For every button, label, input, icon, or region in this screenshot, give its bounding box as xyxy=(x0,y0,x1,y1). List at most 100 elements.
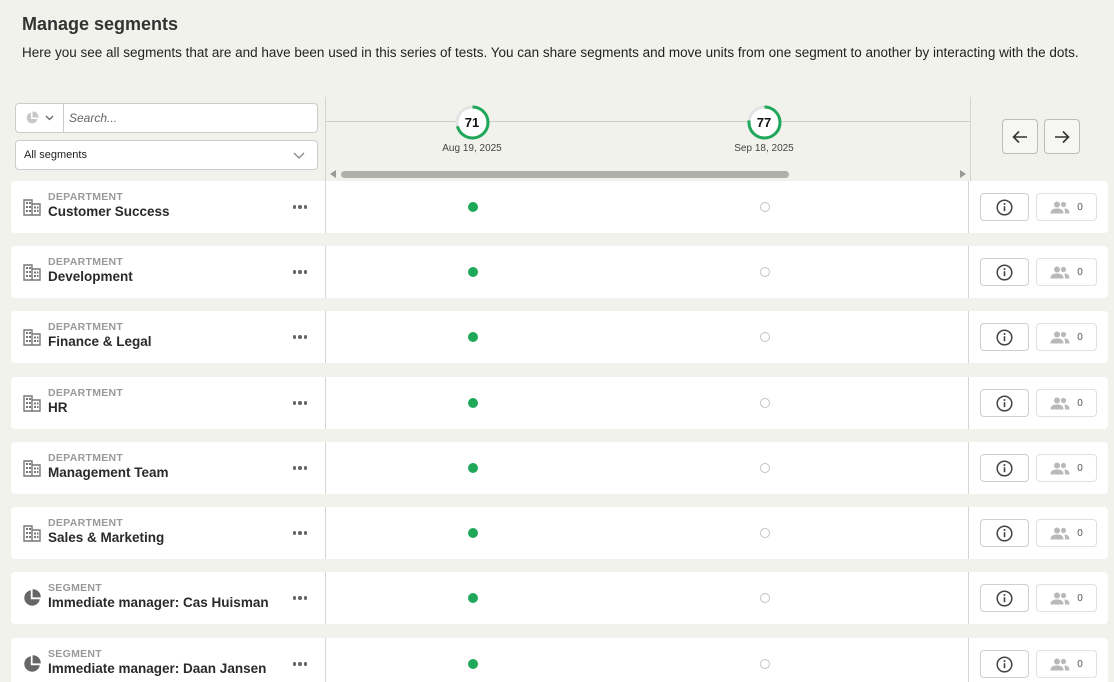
segment-select-value: All segments xyxy=(24,149,87,161)
scroll-right-arrow-icon[interactable] xyxy=(960,170,966,178)
timeline-line xyxy=(326,121,970,122)
members-count: 0 xyxy=(1077,658,1083,670)
info-icon xyxy=(996,655,1013,673)
measurement-dot-filled[interactable] xyxy=(468,202,478,212)
measurement-dot-filled[interactable] xyxy=(468,463,478,473)
divider xyxy=(325,311,326,363)
segment-type: SEGMENT xyxy=(48,648,103,660)
info-button[interactable] xyxy=(980,454,1029,482)
divider xyxy=(968,246,969,298)
members-button[interactable]: 0 xyxy=(1036,258,1097,286)
building-icon xyxy=(23,459,41,477)
info-button[interactable] xyxy=(980,584,1029,612)
pie-chart-icon xyxy=(26,111,39,124)
measurement-dot-empty[interactable] xyxy=(760,202,770,212)
building-icon xyxy=(23,524,41,542)
divider xyxy=(968,377,969,429)
segment-row: DEPARTMENT Finance & Legal 0 xyxy=(11,311,1108,363)
segment-type: SEGMENT xyxy=(48,582,103,594)
info-button[interactable] xyxy=(980,258,1029,286)
members-button[interactable]: 0 xyxy=(1036,584,1097,612)
more-options-button[interactable] xyxy=(289,460,311,476)
members-count: 0 xyxy=(1077,592,1083,604)
info-button[interactable] xyxy=(980,650,1029,678)
members-button[interactable]: 0 xyxy=(1036,323,1097,351)
measurement-dot-filled[interactable] xyxy=(468,528,478,538)
divider xyxy=(968,638,969,682)
type-select[interactable] xyxy=(16,104,64,132)
info-button[interactable] xyxy=(980,193,1029,221)
measurement-dot-filled[interactable] xyxy=(468,659,478,669)
timeline-header: 71 Aug 19, 2025 77 Sep 18, 2025 xyxy=(325,97,971,181)
horizontal-scrollbar[interactable] xyxy=(328,170,968,178)
more-options-button[interactable] xyxy=(289,590,311,606)
score-ring: 77 xyxy=(747,105,782,140)
measurement-dot-filled[interactable] xyxy=(468,332,478,342)
measurement-date: Aug 19, 2025 xyxy=(442,143,502,154)
measurement-dot-empty[interactable] xyxy=(760,593,770,603)
divider xyxy=(325,507,326,559)
segment-row: DEPARTMENT Development 0 xyxy=(11,246,1108,298)
members-count: 0 xyxy=(1077,462,1083,474)
measurement-dot-empty[interactable] xyxy=(760,398,770,408)
people-icon xyxy=(1050,397,1070,409)
info-button[interactable] xyxy=(980,519,1029,547)
members-button[interactable]: 0 xyxy=(1036,650,1097,678)
info-icon xyxy=(996,328,1013,346)
members-button[interactable]: 0 xyxy=(1036,193,1097,221)
info-icon xyxy=(996,263,1013,281)
members-count: 0 xyxy=(1077,397,1083,409)
measurement-dot-empty[interactable] xyxy=(760,463,770,473)
info-icon xyxy=(996,459,1013,477)
page-description: Here you see all segments that are and h… xyxy=(22,45,1079,60)
measurement-dot-empty[interactable] xyxy=(760,659,770,669)
divider xyxy=(325,572,326,624)
divider xyxy=(968,181,969,233)
segment-name: Finance & Legal xyxy=(48,334,152,349)
measurement-dot-empty[interactable] xyxy=(760,528,770,538)
info-icon xyxy=(996,524,1013,542)
building-icon xyxy=(23,263,41,281)
measurement-dot-filled[interactable] xyxy=(468,398,478,408)
page-title: Manage segments xyxy=(22,14,179,34)
members-count: 0 xyxy=(1077,527,1083,539)
more-options-button[interactable] xyxy=(289,395,311,411)
segment-row: DEPARTMENT Management Team 0 xyxy=(11,442,1108,494)
members-button[interactable]: 0 xyxy=(1036,389,1097,417)
segment-type: DEPARTMENT xyxy=(48,191,124,203)
prev-button[interactable] xyxy=(1002,119,1038,154)
members-button[interactable]: 0 xyxy=(1036,454,1097,482)
members-button[interactable]: 0 xyxy=(1036,519,1097,547)
more-options-button[interactable] xyxy=(289,525,311,541)
measurement-dot-filled[interactable] xyxy=(468,593,478,603)
measurement-dot-empty[interactable] xyxy=(760,332,770,342)
segment-select[interactable]: All segments xyxy=(15,140,318,170)
segment-type: DEPARTMENT xyxy=(48,387,124,399)
divider xyxy=(968,311,969,363)
divider xyxy=(325,377,326,429)
people-icon xyxy=(1050,658,1070,670)
measurement-dot-empty[interactable] xyxy=(760,267,770,277)
more-options-button[interactable] xyxy=(289,329,311,345)
next-button[interactable] xyxy=(1044,119,1080,154)
info-button[interactable] xyxy=(980,323,1029,351)
divider xyxy=(968,572,969,624)
building-icon xyxy=(23,328,41,346)
scroll-left-arrow-icon[interactable] xyxy=(330,170,336,178)
scrollbar-thumb[interactable] xyxy=(341,171,789,178)
measurement-node[interactable]: 71 Aug 19, 2025 xyxy=(432,105,512,154)
building-icon xyxy=(23,394,41,412)
divider xyxy=(325,442,326,494)
arrow-right-icon xyxy=(1055,130,1070,143)
more-options-button[interactable] xyxy=(289,264,311,280)
segment-row: DEPARTMENT Sales & Marketing 0 xyxy=(11,507,1108,559)
search-input[interactable] xyxy=(64,104,317,132)
measurement-dot-filled[interactable] xyxy=(468,267,478,277)
measurement-node[interactable]: 77 Sep 18, 2025 xyxy=(724,105,804,154)
members-count: 0 xyxy=(1077,266,1083,278)
more-options-button[interactable] xyxy=(289,656,311,672)
info-button[interactable] xyxy=(980,389,1029,417)
people-icon xyxy=(1050,331,1070,343)
chevron-down-icon xyxy=(45,115,54,121)
more-options-button[interactable] xyxy=(289,199,311,215)
